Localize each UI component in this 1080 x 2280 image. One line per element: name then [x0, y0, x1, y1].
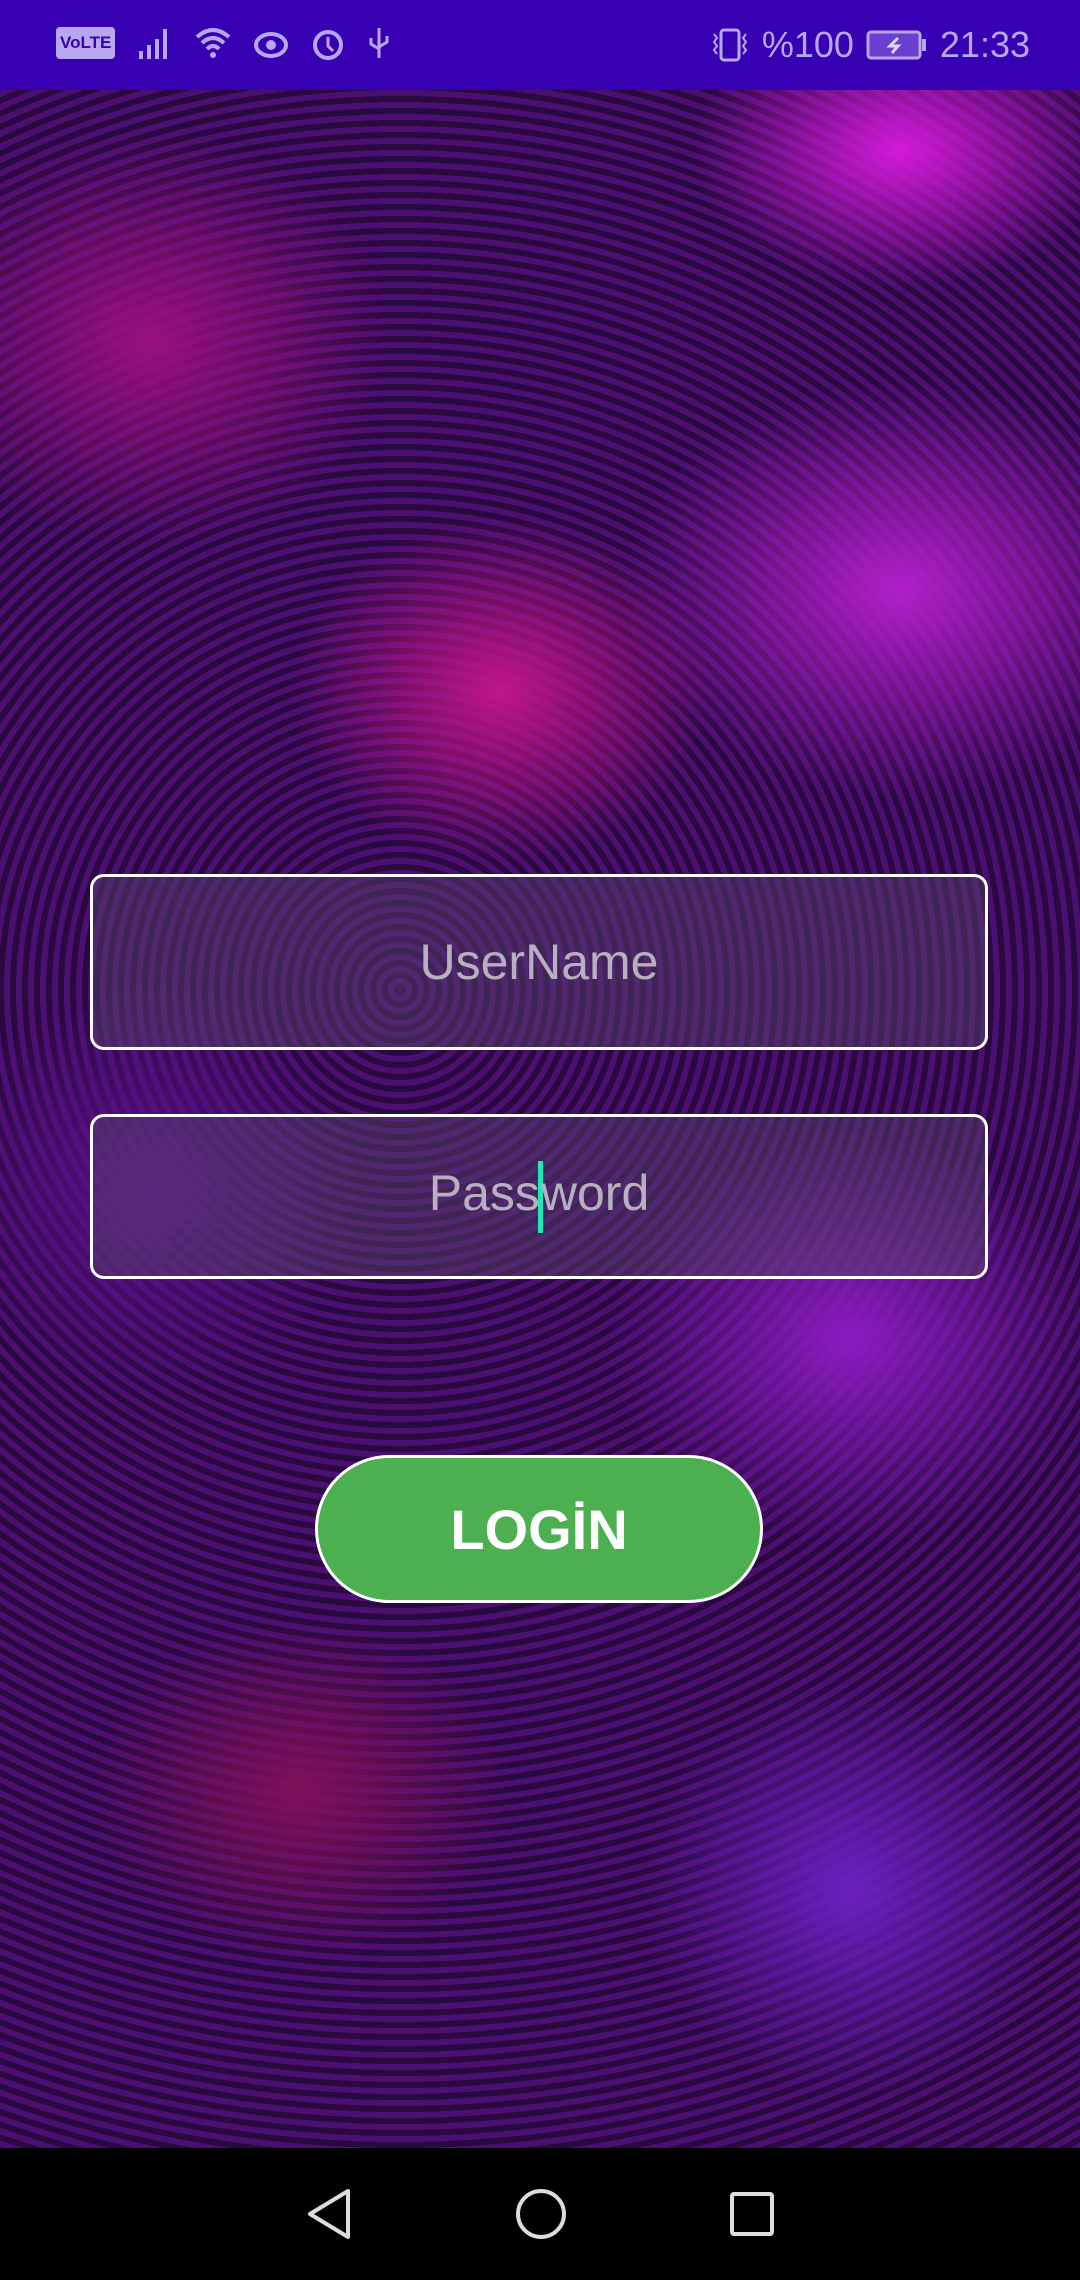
battery-charging-icon: [866, 30, 926, 60]
username-input[interactable]: UserName: [90, 874, 988, 1050]
navigation-bar: [0, 2148, 1080, 2280]
usb-icon: [369, 28, 389, 58]
back-icon[interactable]: [304, 2187, 354, 2241]
home-icon[interactable]: [514, 2187, 568, 2241]
recents-icon[interactable]: [728, 2190, 776, 2238]
signal-icon: [139, 29, 168, 59]
battery-percent: %100: [761, 24, 854, 65]
password-placeholder: Password: [429, 1160, 649, 1233]
status-bar: VoLTE %100 21:33: [0, 0, 1080, 90]
alarm-icon: [313, 30, 344, 60]
vibrate-icon: [712, 28, 748, 62]
username-placeholder: UserName: [419, 934, 659, 990]
wifi-icon: [195, 28, 231, 58]
password-input[interactable]: Password: [90, 1114, 988, 1279]
volte-icon: VoLTE: [56, 27, 116, 59]
clock: 21:33: [939, 24, 1030, 65]
eye-icon: [254, 32, 289, 58]
login-button[interactable]: LOGİN: [315, 1455, 763, 1603]
